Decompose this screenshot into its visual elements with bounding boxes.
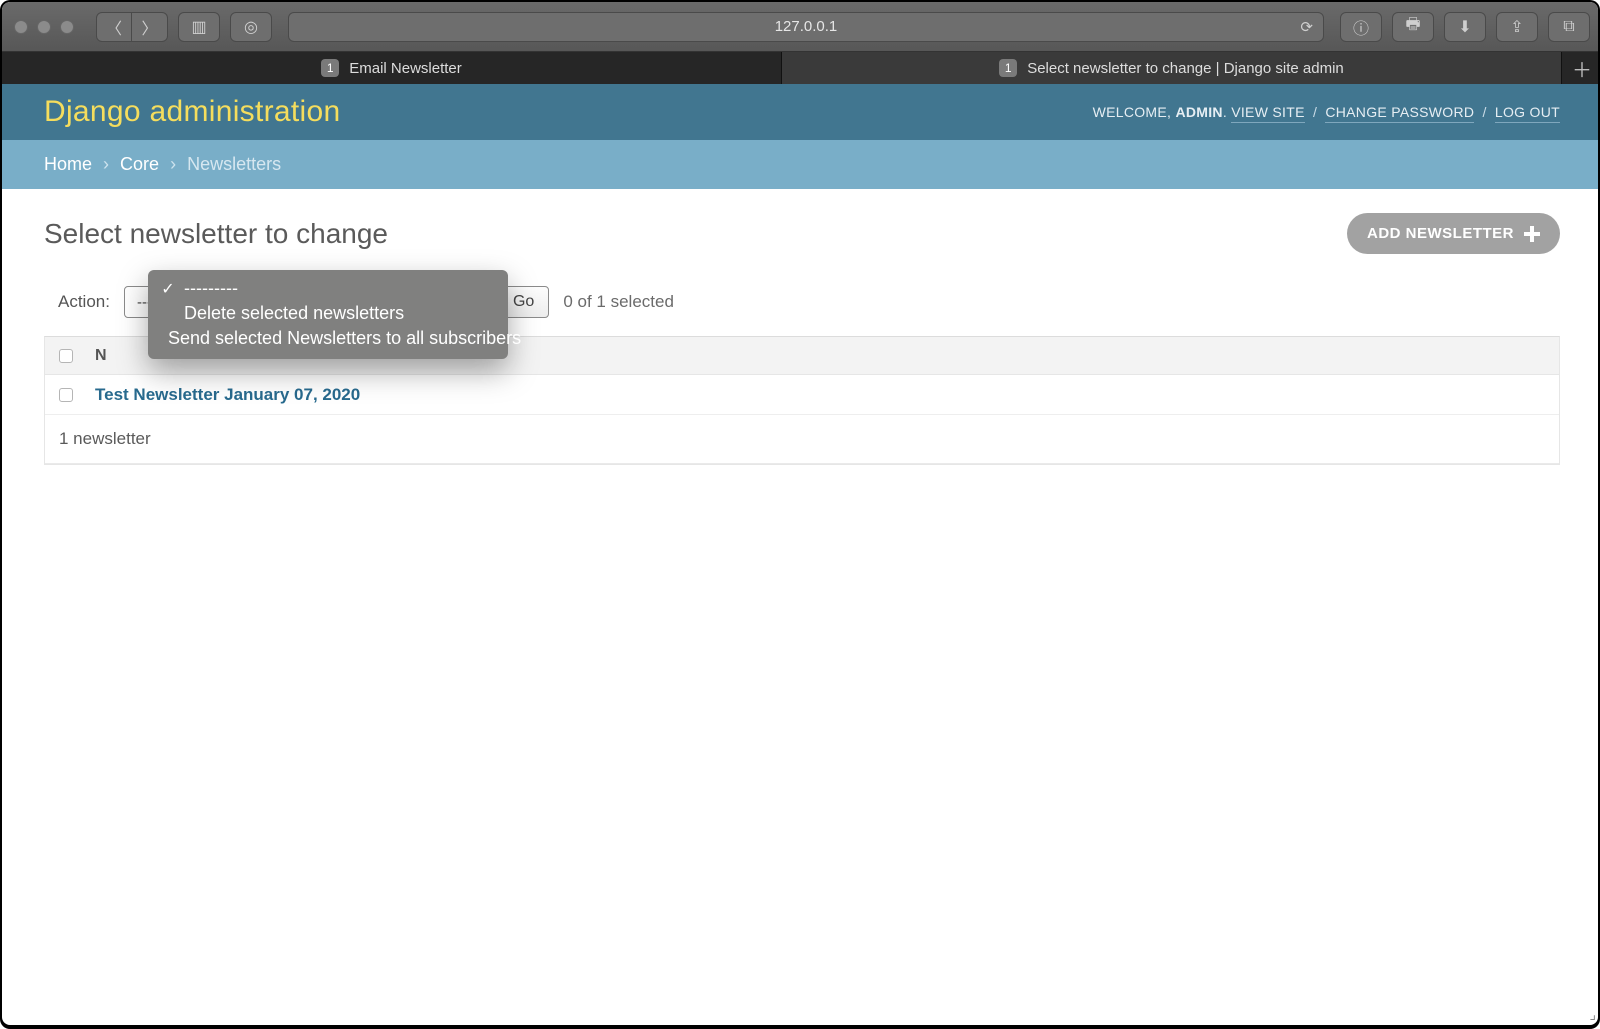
tabs-icon: ⧉ (1563, 18, 1574, 36)
chevron-left-icon: 〈 (106, 15, 122, 39)
share-button[interactable]: ⇪ (1496, 12, 1538, 42)
window-controls (14, 20, 74, 34)
select-all-checkbox[interactable] (59, 349, 73, 363)
action-option-item-0[interactable]: ✓ --------- (148, 276, 508, 301)
user-tools: WELCOME, ADMIN. VIEW SITE / CHANGE PASSW… (1093, 104, 1560, 120)
new-tab-button[interactable]: ＋ (1562, 52, 1598, 84)
browser-tab-0[interactable]: 1 Email Newsletter (2, 52, 782, 84)
close-window-button[interactable] (14, 20, 28, 34)
nav-buttons: 〈 〉 (96, 12, 168, 42)
downloads-button[interactable]: ⬇ (1444, 12, 1486, 42)
sidebar-toggle-button[interactable]: ▥ (178, 12, 220, 42)
chevron-right-icon: 〉 (141, 15, 157, 39)
breadcrumb-app[interactable]: Core (120, 154, 159, 174)
django-header: Django administration WELCOME, ADMIN. VI… (2, 84, 1598, 140)
info-icon: ⓘ (1353, 15, 1369, 39)
separator: / (1478, 104, 1490, 120)
breadcrumb-sep: › (97, 154, 115, 174)
toolbar-right: ⓘ 🖶 ⬇ ⇪ ⧉ (1340, 12, 1590, 42)
row-link[interactable]: Test Newsletter January 07, 2020 (95, 385, 360, 405)
add-button-label: ADD NEWSLETTER (1367, 225, 1514, 242)
plus-icon: ＋ (1572, 54, 1592, 83)
site-title: Django administration (44, 95, 340, 129)
user-name: ADMIN (1175, 104, 1222, 120)
breadcrumb-current: Newsletters (187, 154, 281, 174)
breadcrumb-home[interactable]: Home (44, 154, 92, 174)
plus-icon (1524, 226, 1540, 242)
address-bar[interactable]: 127.0.0.1 ⟳ (288, 12, 1324, 42)
minimize-window-button[interactable] (37, 20, 51, 34)
separator: / (1309, 104, 1321, 120)
page-title: Select newsletter to change (44, 218, 388, 250)
paginator: 1 newsletter (45, 415, 1559, 464)
page-info-button[interactable]: ⓘ (1340, 12, 1382, 42)
checkmark-icon: ✓ (160, 279, 176, 299)
table-row: Test Newsletter January 07, 2020 (45, 375, 1559, 415)
content: Select newsletter to change ADD NEWSLETT… (2, 189, 1598, 465)
view-site-link[interactable]: VIEW SITE (1231, 104, 1305, 123)
add-newsletter-button[interactable]: ADD NEWSLETTER (1347, 213, 1560, 254)
shield-icon: ◎ (244, 17, 258, 37)
tab-title: Email Newsletter (349, 60, 462, 77)
privacy-report-button[interactable]: ◎ (230, 12, 272, 42)
zoom-window-button[interactable] (60, 20, 74, 34)
tab-badge: 1 (321, 59, 339, 77)
browser-tab-1[interactable]: 1 Select newsletter to change | Django s… (782, 52, 1562, 84)
actions-bar: Action: --------- Delete selected newsle… (44, 284, 1560, 320)
change-password-link[interactable]: CHANGE PASSWORD (1325, 104, 1474, 123)
action-label: Action: (58, 292, 110, 312)
logout-link[interactable]: LOG OUT (1495, 104, 1560, 123)
sidebar-icon: ▥ (191, 17, 206, 37)
share-icon: ⇪ (1510, 17, 1523, 37)
breadcrumb-sep: › (164, 154, 182, 174)
content-header: Select newsletter to change ADD NEWSLETT… (44, 213, 1560, 254)
column-header-name[interactable]: N (95, 347, 107, 365)
tab-title: Select newsletter to change | Django sit… (1027, 60, 1344, 77)
action-select-dropdown[interactable]: ✓ --------- Delete selected newsletters … (148, 270, 508, 359)
browser-toolbar: 〈 〉 ▥ ◎ 127.0.0.1 ⟳ ⓘ 🖶 ⬇ ⇪ ⧉ (2, 2, 1598, 52)
back-button[interactable]: 〈 (96, 12, 132, 42)
row-checkbox[interactable] (59, 388, 73, 402)
welcome-label: WELCOME, (1093, 104, 1172, 120)
browser-window: 〈 〉 ▥ ◎ 127.0.0.1 ⟳ ⓘ 🖶 ⬇ ⇪ ⧉ 1 Email Ne… (2, 2, 1598, 465)
selection-count: 0 of 1 selected (563, 292, 674, 312)
printer-icon: 🖶 (1405, 13, 1420, 40)
action-option-item-1[interactable]: Delete selected newsletters (148, 301, 508, 326)
download-icon: ⬇ (1458, 17, 1471, 37)
tab-badge: 1 (999, 59, 1017, 77)
reload-icon[interactable]: ⟳ (1300, 18, 1313, 36)
tabs-button[interactable]: ⧉ (1548, 12, 1590, 42)
breadcrumb: Home › Core › Newsletters (2, 140, 1598, 189)
forward-button[interactable]: 〉 (132, 12, 168, 42)
resize-grip-icon: ⌟ (1589, 1006, 1596, 1023)
reader-button[interactable]: 🖶 (1392, 12, 1434, 42)
action-option-item-2[interactable]: Send selected Newsletters to all subscri… (148, 326, 508, 351)
tab-strip: 1 Email Newsletter 1 Select newsletter t… (2, 52, 1598, 84)
address-url: 127.0.0.1 (775, 18, 838, 35)
